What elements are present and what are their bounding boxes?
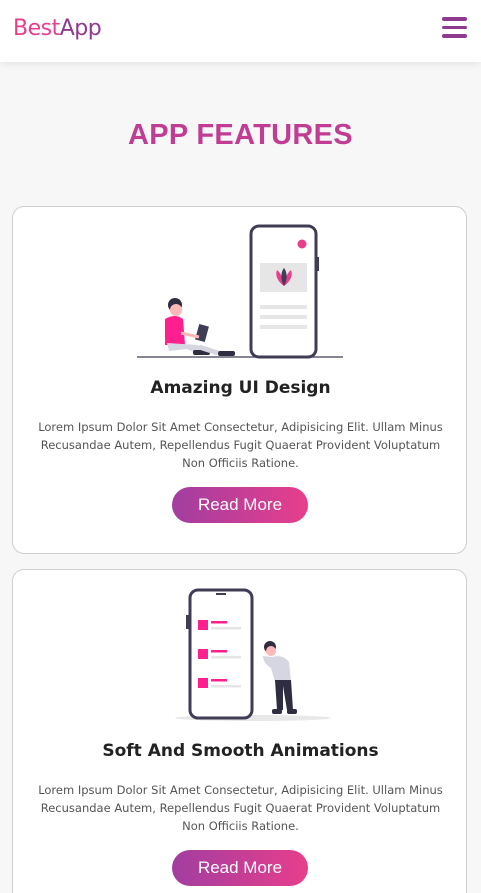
logo-part-best: Best — [13, 16, 60, 41]
man-with-phone-illustration — [175, 588, 331, 721]
card-description: Lorem Ipsum Dolor Sit Amet Consectetur, … — [38, 420, 443, 470]
logo-part-app: App — [59, 16, 102, 41]
card-title: Amazing UI Design — [150, 378, 331, 398]
top-navbar: BestApp — [0, 0, 481, 62]
read-more-button[interactable]: Read More — [172, 487, 308, 523]
card-description: Lorem Ipsum Dolor Sit Amet Consectetur, … — [38, 783, 443, 833]
woman-with-laptop-illustration — [137, 224, 343, 359]
brand-logo[interactable]: BestApp — [13, 16, 102, 41]
section-title: APP FEATURES — [128, 119, 353, 151]
read-more-button[interactable]: Read More — [172, 850, 308, 886]
hamburger-menu-icon[interactable] — [442, 17, 467, 39]
feature-card-ui-design: Amazing UI Design Lorem Ipsum Dolor Sit … — [12, 206, 467, 554]
card-title: Soft And Smooth Animations — [102, 741, 379, 761]
feature-card-animations: Soft And Smooth Animations Lorem Ipsum D… — [12, 569, 467, 893]
